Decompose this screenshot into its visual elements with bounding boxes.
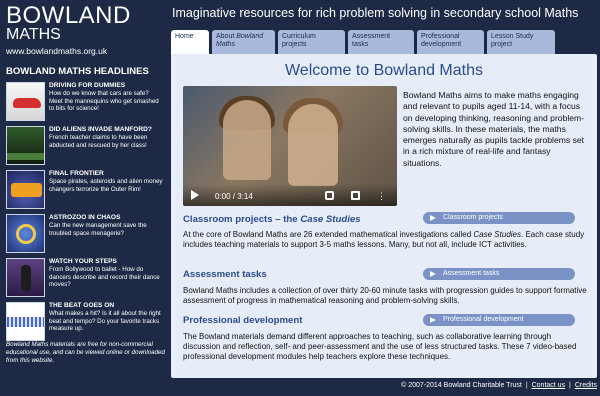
tab-label-em: Bowland — [236, 33, 264, 40]
tab-home[interactable]: Home — [171, 30, 209, 54]
video-frame-person-1 — [223, 100, 271, 180]
headline-thumbnail[interactable] — [6, 258, 45, 297]
section-text-em: Case Studies — [473, 230, 521, 239]
copyright: © 2007-2014 Bowland Charitable Trust — [401, 382, 522, 389]
headline-item[interactable]: WATCH YOUR STEPS From Bollywood to balle… — [6, 256, 164, 299]
site-tagline: Imaginative resources for rich problem s… — [172, 6, 579, 20]
headline-title[interactable]: THE BEAT GOES ON — [49, 302, 164, 310]
tab-label: Professional — [421, 33, 460, 40]
professional-development-text: The Bowland materials demand different a… — [183, 332, 577, 361]
section-title-em: Case Studies — [300, 214, 361, 225]
video-frame-person-2 — [288, 104, 338, 186]
page-title: Welcome to Bowland Maths — [284, 62, 483, 79]
site-url: www.bowlandmaths.org.uk — [6, 46, 108, 56]
headline-thumbnail[interactable] — [6, 82, 45, 121]
intro-text: Bowland Maths aims to make maths engagin… — [403, 90, 585, 168]
section-title-classroom-projects: Classroom projects – the Case Studies — [183, 214, 361, 225]
tab-label-2: development — [421, 41, 462, 48]
classroom-projects-text: At the core of Bowland Maths are 26 exte… — [183, 230, 587, 250]
left-column: BOWLAND MATHS www.bowlandmaths.org.uk BO… — [0, 0, 165, 396]
license-note: Bowland Maths materials are free for non… — [6, 341, 165, 364]
headline-thumbnail[interactable] — [6, 126, 45, 165]
headline-item[interactable]: THE BEAT GOES ON What makes a hit? Is it… — [6, 300, 164, 343]
tab-label-2: projects — [282, 41, 307, 48]
headline-desc: From Bollywood to ballet - How do dancer… — [49, 266, 160, 289]
headline-title[interactable]: DID ALIENS INVADE MANFORD? — [49, 126, 164, 134]
tab-label: Lesson Study — [491, 33, 534, 40]
assessment-tasks-button[interactable]: Assessment tasks — [423, 268, 575, 280]
tab-assessment-tasks[interactable]: Assessment tasks — [348, 30, 414, 54]
play-icon — [430, 317, 436, 323]
headline-thumbnail[interactable] — [6, 302, 45, 341]
tab-label-em-2: Maths — [216, 41, 236, 48]
headline-item[interactable]: FINAL FRONTIER Space pirates, asteroids … — [6, 168, 164, 211]
credits-link[interactable]: Credits — [575, 382, 597, 389]
tab-professional-development[interactable]: Professional development — [417, 30, 484, 54]
headline-item[interactable]: DID ALIENS INVADE MANFORD? French teache… — [6, 124, 164, 167]
headlines-title: BOWLAND MATHS HEADLINES — [6, 66, 149, 77]
tab-curriculum-projects[interactable]: Curriculum projects — [278, 30, 345, 54]
main-tabs: Home About Bowland Maths Curriculum proj… — [171, 30, 600, 54]
tab-label-2: tasks — [352, 41, 369, 48]
headline-title[interactable]: ASTROZOO IN CHAOS — [49, 214, 164, 222]
classroom-projects-button[interactable]: Classroom projects — [423, 212, 575, 224]
tab-label: Curriculum — [282, 33, 316, 40]
section-title-text: Classroom projects – the — [183, 214, 298, 225]
volume-icon[interactable] — [325, 191, 334, 200]
more-options-icon[interactable]: ⋮ — [377, 191, 386, 202]
button-label: Assessment tasks — [443, 270, 500, 277]
headline-desc: How do we know that cars are safe? Meet … — [49, 90, 159, 113]
professional-development-button[interactable]: Professional development — [423, 314, 575, 326]
headline-thumbnail[interactable] — [6, 170, 45, 209]
headline-title[interactable]: DRIVING FOR DUMMIES — [49, 82, 164, 90]
video-player[interactable]: 0:00 / 3:14 ⋮ — [183, 86, 397, 206]
tab-lesson-study-project[interactable]: Lesson Study project — [487, 30, 555, 54]
headline-title[interactable]: FINAL FRONTIER — [49, 170, 164, 178]
footer-separator: | — [569, 382, 571, 389]
video-time: 0:00 / 3:14 — [215, 192, 253, 201]
headline-desc: Space pirates, asteroids and alien money… — [49, 178, 163, 193]
section-title-assessment-tasks: Assessment tasks — [183, 269, 267, 280]
footer: © 2007-2014 Bowland Charitable Trust | C… — [171, 382, 597, 389]
logo-subtitle[interactable]: MATHS — [6, 26, 61, 44]
headline-title[interactable]: WATCH YOUR STEPS — [49, 258, 164, 266]
headline-desc: Can the new management save the troubled… — [49, 222, 147, 237]
play-icon — [430, 271, 436, 277]
tab-label: About — [216, 33, 235, 40]
right-column: Imaginative resources for rich problem s… — [171, 0, 600, 396]
headline-thumbnail[interactable] — [6, 214, 45, 253]
tab-label: Home — [175, 33, 194, 40]
play-icon[interactable] — [191, 190, 199, 200]
tab-about[interactable]: About Bowland Maths — [212, 30, 275, 54]
fullscreen-icon[interactable] — [351, 191, 360, 200]
assessment-tasks-text: Bowland Maths includes a collection of o… — [183, 286, 587, 305]
section-title-professional-development: Professional development — [183, 315, 303, 326]
tab-label-2: project — [491, 41, 513, 48]
content-panel: Welcome to Bowland Maths 0:00 / 3:14 ⋮ B… — [171, 54, 597, 378]
button-label: Classroom projects — [443, 214, 503, 221]
headline-item[interactable]: ASTROZOO IN CHAOS Can the new management… — [6, 212, 164, 255]
headline-desc: French teacher claims to have been abduc… — [49, 134, 148, 149]
footer-separator: | — [525, 382, 528, 389]
tab-label: Assessment — [352, 33, 391, 40]
headlines-list: DRIVING FOR DUMMIES How do we know that … — [6, 80, 164, 344]
button-label: Professional development — [443, 316, 524, 323]
headline-item[interactable]: DRIVING FOR DUMMIES How do we know that … — [6, 80, 164, 123]
headline-desc: What makes a hit? Is it all about the ri… — [49, 310, 161, 333]
contact-link[interactable]: Contact us — [532, 382, 565, 389]
section-text-a: At the core of Bowland Maths are 26 exte… — [183, 230, 472, 239]
play-icon — [430, 215, 436, 221]
